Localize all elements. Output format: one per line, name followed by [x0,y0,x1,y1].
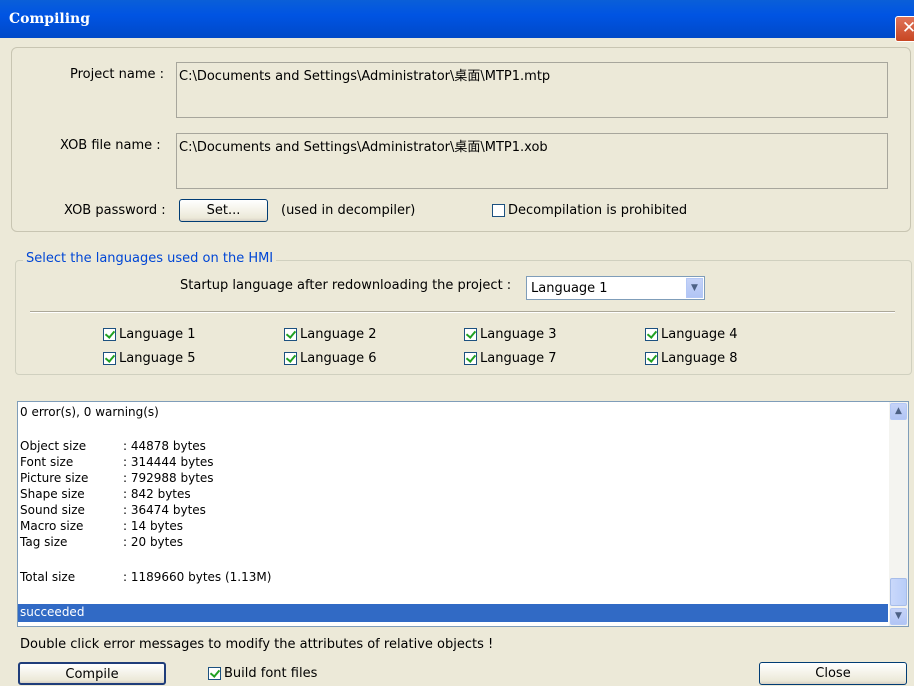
checkbox-box [208,667,221,680]
set-password-button[interactable]: Set... [179,199,268,222]
xob-file-value: C:\Documents and Settings\Administrator\… [179,140,548,155]
language-8-checkbox[interactable]: Language 8 [645,351,738,366]
title-bar: Compiling [0,0,914,38]
checkbox-label: Language 6 [300,351,377,366]
close-icon[interactable]: ✕ [895,16,914,42]
divider [30,311,895,313]
checkbox-label: Language 1 [119,327,196,342]
checkbox-label: Build font files [224,666,318,681]
log-summary[interactable]: 0 error(s), 0 warning(s) [20,405,159,419]
checkbox-box [284,352,297,365]
scroll-down-icon[interactable]: ▼ [890,608,907,625]
log-scrollbar[interactable]: ▲ ▼ [889,402,908,626]
hint-text: Double click error messages to modify th… [20,637,494,652]
log-row[interactable]: Shape size: 842 bytes [20,487,191,501]
language-1-checkbox[interactable]: Language 1 [103,327,196,342]
scroll-thumb[interactable] [890,578,907,606]
window-title: Compiling [9,11,91,27]
checkbox-label: Language 3 [480,327,557,342]
checkbox-label: Language 4 [661,327,738,342]
language-2-checkbox[interactable]: Language 2 [284,327,377,342]
compile-log[interactable]: 0 error(s), 0 warning(s) Object size: 44… [17,401,909,627]
log-row[interactable]: Sound size: 36474 bytes [20,503,206,517]
project-name-field: C:\Documents and Settings\Administrator\… [176,62,888,118]
compile-button[interactable]: Compile [18,662,166,685]
build-font-files-checkbox[interactable]: Build font files [208,666,317,681]
log-row[interactable]: Object size: 44878 bytes [20,439,206,453]
language-4-checkbox[interactable]: Language 4 [645,327,738,342]
xob-file-field: C:\Documents and Settings\Administrator\… [176,133,888,189]
checkbox-box [645,328,658,341]
log-result-selected[interactable]: succeeded [18,604,888,622]
language-6-checkbox[interactable]: Language 6 [284,351,377,366]
log-row[interactable]: Font size: 314444 bytes [20,455,214,469]
startup-language-value: Language 1 [531,281,608,296]
project-name-label: Project name : [70,67,164,82]
decompilation-prohibited-checkbox[interactable]: Decompilation is prohibited [492,203,687,218]
checkbox-label: Language 5 [119,351,196,366]
log-row[interactable]: Macro size: 14 bytes [20,519,183,533]
checkbox-box [645,352,658,365]
language-3-checkbox[interactable]: Language 3 [464,327,557,342]
language-7-checkbox[interactable]: Language 7 [464,351,557,366]
log-row[interactable]: Picture size: 792988 bytes [20,471,214,485]
checkbox-box [464,352,477,365]
xob-file-label: XOB file name : [60,138,161,153]
checkbox-label: Language 2 [300,327,377,342]
checkbox-box [284,328,297,341]
checkbox-label: Language 8 [661,351,738,366]
checkbox-label: Language 7 [480,351,557,366]
language-5-checkbox[interactable]: Language 5 [103,351,196,366]
log-row[interactable]: Tag size: 20 bytes [20,535,183,549]
scroll-up-icon[interactable]: ▲ [890,403,907,420]
checkbox-box [103,352,116,365]
languages-group-title: Select the languages used on the HMI [23,251,277,266]
startup-language-label: Startup language after redownloading the… [180,278,512,293]
startup-language-select[interactable]: Language 1 ▼ [526,276,705,300]
xob-password-label: XOB password : [64,203,166,218]
used-in-decompiler-note: (used in decompiler) [281,203,416,218]
log-result-text: succeeded [20,605,85,619]
chevron-down-icon[interactable]: ▼ [686,278,703,298]
checkbox-box [492,204,505,217]
project-name-value: C:\Documents and Settings\Administrator\… [179,69,551,84]
checkbox-box [103,328,116,341]
checkbox-box [464,328,477,341]
log-total[interactable]: Total size: 1189660 bytes (1.13M) [20,570,271,584]
close-button[interactable]: Close [759,662,907,685]
checkbox-label: Decompilation is prohibited [508,203,688,218]
